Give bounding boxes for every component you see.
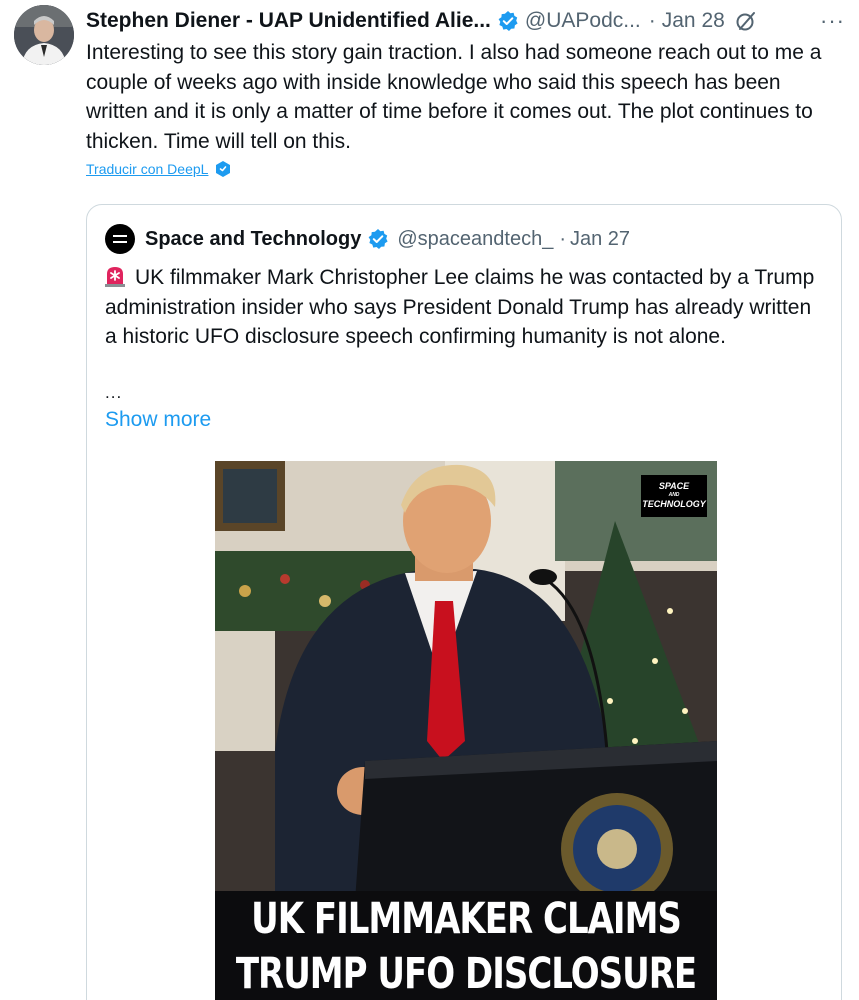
quoted-tweet-text: UK filmmaker Mark Christopher Lee claims… bbox=[105, 263, 825, 352]
quoted-tweet-image[interactable]: SPACE AND TECHNOLOGY UK FILMMAKER CLAIMS… bbox=[215, 461, 717, 1000]
watermark-line1: SPACE bbox=[658, 481, 690, 491]
tweet-header: Stephen Diener - UAP Unidentified Alie..… bbox=[86, 6, 845, 36]
translate-row: Traducir con DeepL bbox=[86, 160, 232, 178]
space-technology-logo-icon bbox=[113, 235, 127, 243]
deepl-icon bbox=[216, 161, 231, 177]
quoted-tweet-card[interactable]: Space and Technology @spaceandtech_ · Ja… bbox=[86, 204, 842, 1000]
author-name[interactable]: Stephen Diener - UAP Unidentified Alie..… bbox=[86, 9, 491, 33]
quoted-tweet-date[interactable]: Jan 27 bbox=[570, 228, 630, 251]
quoted-author-handle[interactable]: @spaceandtech_ bbox=[397, 228, 553, 251]
verified-badge-icon bbox=[368, 229, 388, 249]
truncation-ellipsis: ... bbox=[105, 383, 123, 402]
quoted-author-avatar[interactable] bbox=[105, 224, 135, 254]
separator-dot: · bbox=[648, 9, 656, 32]
watermark-line3: TECHNOLOGY bbox=[642, 499, 706, 509]
tweet[interactable]: Stephen Diener - UAP Unidentified Alie..… bbox=[0, 0, 859, 1000]
quoted-tweet-header: Space and Technology @spaceandtech_ · Ja… bbox=[105, 223, 630, 255]
verified-badge-icon bbox=[498, 11, 518, 31]
quoted-author-name[interactable]: Space and Technology bbox=[145, 228, 361, 251]
image-caption-line2: TRUMP UFO DISCLOSURE bbox=[235, 949, 697, 999]
space-technology-watermark: SPACE AND TECHNOLOGY bbox=[641, 475, 707, 517]
author-avatar[interactable] bbox=[14, 5, 74, 65]
translate-link[interactable]: Traducir con DeepL bbox=[86, 161, 208, 177]
tweet-date[interactable]: Jan 28 bbox=[662, 9, 725, 33]
grok-icon[interactable] bbox=[735, 10, 757, 32]
quoted-tweet-body: UK filmmaker Mark Christopher Lee claims… bbox=[105, 266, 815, 348]
show-more-link[interactable]: Show more bbox=[105, 408, 211, 432]
siren-emoji-icon bbox=[105, 267, 125, 287]
tweet-text: Interesting to see this story gain tract… bbox=[86, 41, 822, 153]
author-handle[interactable]: @UAPodc... bbox=[525, 9, 641, 33]
more-options-icon[interactable]: ··· bbox=[820, 8, 845, 34]
separator-dot: · bbox=[559, 227, 566, 250]
image-caption-line1: UK FILMMAKER CLAIMS bbox=[251, 894, 682, 944]
